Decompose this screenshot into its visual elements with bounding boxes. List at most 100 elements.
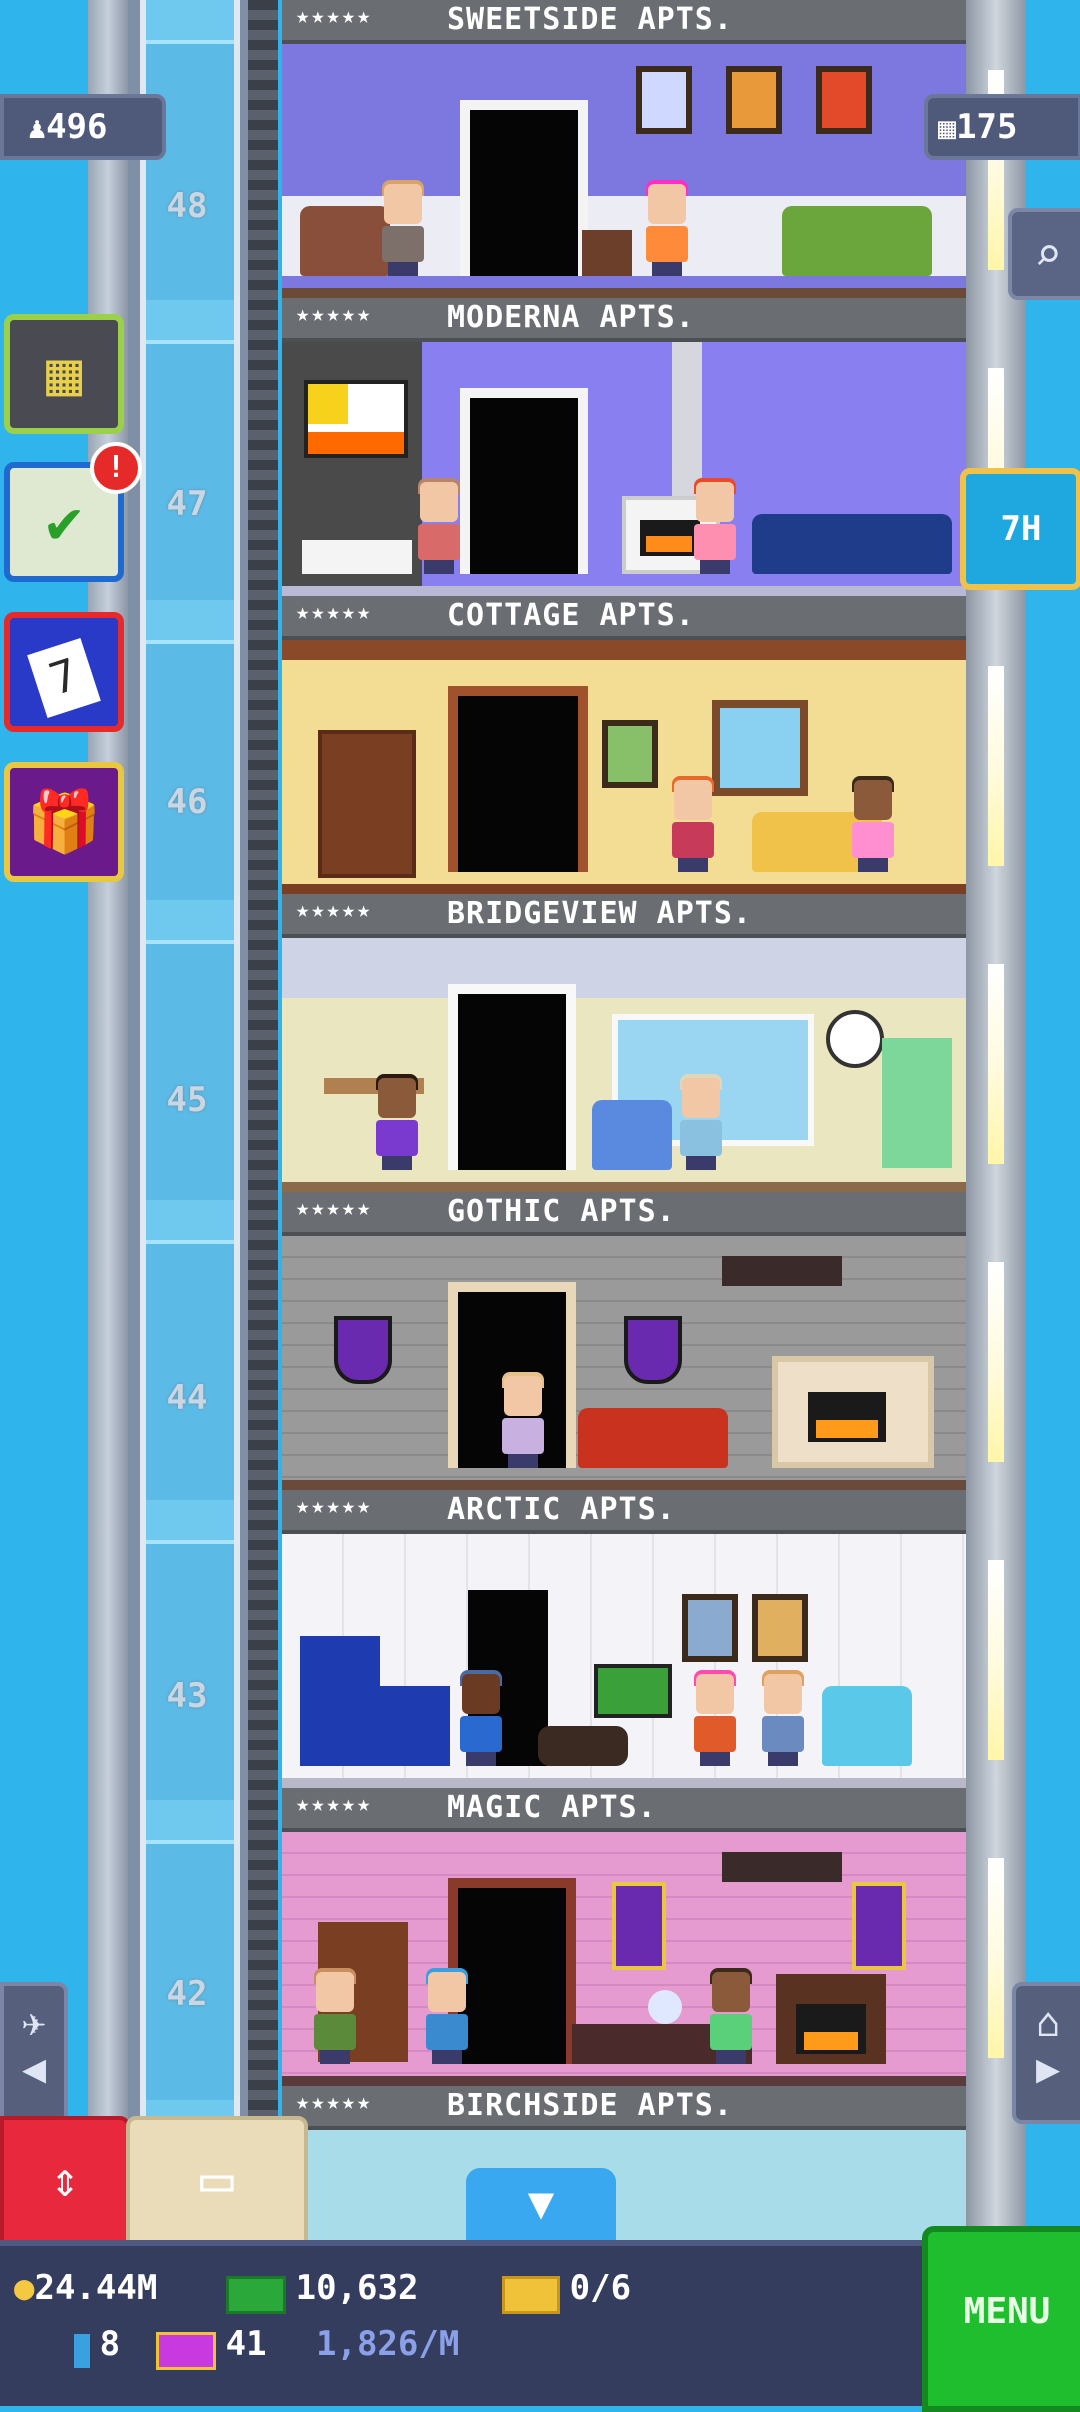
tickets-stat[interactable]: 0/6 [502, 2268, 631, 2314]
resident[interactable] [500, 1372, 546, 1468]
chandelier [722, 1852, 842, 1882]
sofa [752, 514, 952, 574]
resident[interactable] [670, 776, 716, 872]
floor-gothic[interactable]: ★★★★★ GOTHIC APTS. [282, 1192, 966, 1490]
bux-stat[interactable]: 10,632 [226, 2268, 418, 2314]
resident[interactable] [380, 180, 426, 276]
fireplace [776, 1974, 886, 2064]
gift-button[interactable]: 🎁 [4, 762, 124, 882]
roof-nav-button[interactable]: ⌂ ▶ [1012, 1982, 1080, 2124]
resident[interactable] [692, 1670, 738, 1766]
tv [594, 1664, 672, 1718]
coins-value: 24.44M [34, 2268, 158, 2308]
gift-icon: 🎁 [26, 787, 102, 857]
resident[interactable] [760, 1670, 806, 1766]
blue-stove [380, 1686, 450, 1766]
vip-stat[interactable]: 8 [74, 2324, 120, 2368]
timer-button[interactable]: 7H [960, 468, 1080, 590]
room [282, 342, 966, 586]
tickets-value: 0/6 [569, 2268, 632, 2308]
wall-light [988, 1262, 1004, 1462]
elevator-glass [140, 0, 240, 2240]
resident[interactable] [678, 1074, 724, 1170]
rating-stars: ★★★★★ [296, 898, 373, 923]
right-arrow-icon: ▶ [1035, 2046, 1061, 2092]
tower-bux-icon [156, 2331, 216, 2370]
floor-name: SWEETSIDE APTS. [447, 2, 733, 37]
floor-name: GOTHIC APTS. [447, 1194, 676, 1229]
resident[interactable] [424, 1968, 470, 2064]
resident[interactable] [850, 776, 896, 872]
search-button[interactable]: ⌕ [1008, 208, 1080, 300]
storage-button[interactable]: ▭ [126, 2116, 308, 2248]
floor-sweetside[interactable]: ★★★★★ SWEETSIDE APTS. [282, 0, 966, 298]
notification-badge: ! [90, 442, 142, 494]
mondrian-art [304, 380, 408, 458]
upper-wall [282, 938, 966, 998]
wall-light [988, 1858, 1004, 2058]
armchair [822, 1686, 912, 1766]
floor-magic[interactable]: ★★★★★ MAGIC APTS. [282, 1788, 966, 2086]
vip-value: 8 [99, 2324, 121, 2364]
rating-stars: ★★★★★ [296, 2090, 373, 2115]
menu-button[interactable]: MENU [922, 2226, 1080, 2412]
floor-header: ★★★★★ BRIDGEVIEW APTS. [282, 894, 966, 938]
picture-frame [726, 66, 782, 134]
armchair [592, 1100, 672, 1170]
building-button[interactable]: ▦ [4, 314, 124, 434]
room [282, 640, 966, 884]
resident[interactable] [692, 478, 738, 574]
bux-counter[interactable]: ▦175 [924, 94, 1080, 160]
door [448, 686, 588, 872]
resident[interactable] [708, 1968, 754, 2064]
calendar-icon: 7 [27, 637, 101, 719]
cabinet [302, 540, 412, 574]
home-icon: ⌂ [1035, 2000, 1061, 2046]
coins-stat[interactable]: ●24.44M [14, 2268, 157, 2308]
population-counter[interactable]: ♟496 [0, 94, 166, 160]
resident[interactable] [416, 478, 462, 574]
floor-name: COTTAGE APTS. [447, 598, 695, 633]
calendar-button[interactable]: 7 [4, 612, 124, 732]
floor-number: 45 [166, 1080, 208, 1120]
door [460, 388, 588, 574]
down-arrow-icon: ▼ [527, 2178, 555, 2229]
cash-icon [226, 2275, 286, 2314]
sofa [782, 206, 932, 276]
floor-number: 43 [166, 1676, 208, 1716]
floor-bridgeview[interactable]: ★★★★★ BRIDGEVIEW APTS. [282, 894, 966, 1192]
status-bar: ●24.44M 10,632 0/6 8 41 1,826/M [0, 2240, 922, 2406]
side-table [582, 230, 632, 276]
elevator-button[interactable]: ⇕ [0, 2116, 130, 2248]
floor-arctic[interactable]: ★★★★★ ARCTIC APTS. [282, 1490, 966, 1788]
ticket-icon [502, 2275, 560, 2314]
room [282, 1534, 966, 1778]
search-icon: ⌕ [1034, 227, 1062, 281]
wall-light [988, 1560, 1004, 1760]
floor-moderna[interactable]: ★★★★★ MODERNA APTS. [282, 298, 966, 596]
crystal-ball [648, 1990, 682, 2024]
mission-icon: ✔ [45, 487, 83, 557]
window [712, 700, 808, 796]
floor-name: MAGIC APTS. [447, 1790, 657, 1825]
door [460, 100, 588, 276]
floor-birchside[interactable]: ★★★★★ BIRCHSIDE APTS. [282, 2086, 966, 2240]
floor-cottage[interactable]: ★★★★★ COTTAGE APTS. [282, 596, 966, 894]
rating-stars: ★★★★★ [296, 1494, 373, 1519]
storage-box-icon: ▭ [200, 2147, 234, 2212]
rating-stars: ★★★★★ [296, 1792, 373, 1817]
elevator-arrows-icon: ⇕ [50, 2152, 80, 2208]
elevator-rail [248, 0, 278, 2240]
resident[interactable] [312, 1968, 358, 2064]
floor-number: 42 [166, 1974, 208, 2014]
resident[interactable] [458, 1670, 504, 1766]
resident[interactable] [644, 180, 690, 276]
tower-bux-stat[interactable]: 41 [156, 2324, 267, 2370]
rating-stars: ★★★★★ [296, 302, 373, 327]
room [282, 2130, 966, 2240]
lobby-nav-button[interactable]: ✈ ◀ [0, 1982, 68, 2124]
floor-number: 48 [166, 186, 208, 226]
walrus [538, 1726, 628, 1766]
resident[interactable] [374, 1074, 420, 1170]
scroll-down-button[interactable]: ▼ [466, 2168, 616, 2240]
